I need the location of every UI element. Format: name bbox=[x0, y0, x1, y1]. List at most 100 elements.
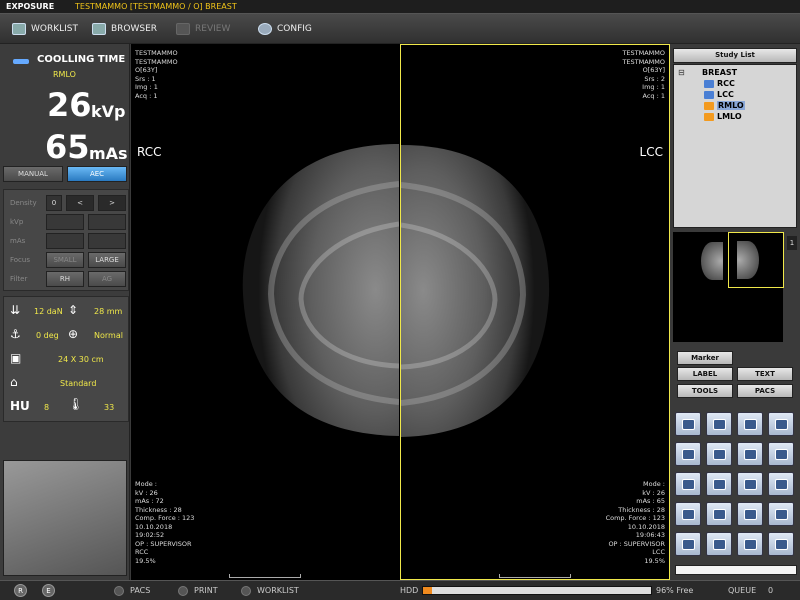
tool-grid bbox=[675, 412, 797, 560]
thumbnail-lcc-image bbox=[737, 241, 759, 279]
series-tag-icon bbox=[704, 101, 714, 110]
thumbnail-rcc[interactable] bbox=[701, 242, 723, 280]
mode-icon: ⌂ bbox=[10, 375, 18, 389]
rotate-icon[interactable] bbox=[768, 412, 794, 436]
pacs-button[interactable]: PACS bbox=[737, 384, 793, 398]
config-menu-label: CONFIG bbox=[277, 24, 312, 34]
filter-label: Filter bbox=[10, 275, 28, 283]
delete-icon[interactable] bbox=[737, 502, 763, 526]
paste-icon[interactable] bbox=[706, 502, 732, 526]
tree-expand-icon[interactable]: ⊟ bbox=[678, 68, 685, 77]
focus-large-button[interactable]: LARGE bbox=[88, 252, 126, 268]
import-icon[interactable] bbox=[768, 532, 794, 556]
mas-increase-button[interactable] bbox=[88, 233, 126, 249]
aec-button[interactable]: AEC bbox=[67, 166, 127, 182]
e-status-button[interactable]: E bbox=[42, 584, 55, 597]
worklist-status-icon bbox=[241, 586, 251, 596]
tree-root-label[interactable]: BREAST bbox=[702, 68, 737, 77]
kvp-increase-button[interactable] bbox=[88, 214, 126, 230]
thumbnail-count[interactable]: 1 bbox=[787, 236, 797, 250]
exposure-readout: COOLLING TIME RMLO 26 kVp 65 mAs bbox=[3, 46, 129, 186]
tree-item-label: RMLO bbox=[717, 101, 745, 110]
magnifier-icon[interactable] bbox=[675, 442, 701, 466]
measure-icon[interactable] bbox=[675, 472, 701, 496]
filter-rh-button[interactable]: RH bbox=[46, 271, 84, 287]
preview-image bbox=[3, 460, 127, 576]
rcc-footer-info: Mode : kV : 26 mAs : 72 Thickness : 28 C… bbox=[135, 480, 195, 565]
move-right-icon[interactable] bbox=[706, 532, 732, 556]
lcc-scale-ruler bbox=[499, 574, 571, 578]
kvp-decrease-button[interactable] bbox=[46, 214, 84, 230]
label-button[interactable]: LABEL bbox=[677, 367, 733, 381]
hdd-free-label: 96% Free bbox=[656, 586, 694, 595]
series-tag-icon bbox=[704, 79, 714, 88]
rcc-header-info: TESTMAMMO TESTMAMMO O[63Y] Srs : 1 Img :… bbox=[135, 49, 178, 100]
print-status-icon bbox=[178, 586, 188, 596]
layout-2-icon[interactable] bbox=[706, 412, 732, 436]
series-tag-icon bbox=[704, 112, 714, 121]
tree-item-rcc[interactable]: RCC bbox=[704, 79, 735, 88]
marker-button[interactable]: Marker bbox=[677, 351, 733, 365]
queue-value: 0 bbox=[768, 586, 774, 595]
pan-icon[interactable] bbox=[737, 442, 763, 466]
current-view-label: RMLO bbox=[53, 70, 76, 79]
image-icon[interactable] bbox=[706, 472, 732, 496]
density-value: 0 bbox=[46, 195, 62, 211]
thickness-value: 28 mm bbox=[94, 307, 123, 316]
copy-icon[interactable] bbox=[675, 502, 701, 526]
thumbnail-lcc-selected[interactable] bbox=[728, 232, 784, 288]
focus-small-button[interactable]: SMALL bbox=[46, 252, 84, 268]
move-left-icon[interactable] bbox=[675, 532, 701, 556]
mas-unit: mAs bbox=[89, 144, 128, 163]
lcc-header-info: TESTMAMMO TESTMAMMO O[63Y] Srs : 2 Img :… bbox=[622, 49, 665, 100]
layout-hanging-icon[interactable] bbox=[737, 412, 763, 436]
kvp-setting-label: kVp bbox=[10, 218, 24, 226]
thumbnail-strip bbox=[673, 232, 784, 342]
edit-icon[interactable] bbox=[768, 502, 794, 526]
zoom-icon: ⊕ bbox=[68, 327, 79, 341]
text-button[interactable]: TEXT bbox=[737, 367, 793, 381]
layout-4-icon[interactable] bbox=[675, 412, 701, 436]
cassette-icon: ▣ bbox=[10, 351, 22, 365]
tree-item-lmlo[interactable]: LMLO bbox=[704, 112, 742, 121]
kvp-unit: kVp bbox=[91, 102, 126, 121]
browser-menu-button[interactable]: BROWSER bbox=[92, 20, 157, 38]
temperature-icon: 🌡 bbox=[68, 397, 84, 411]
print-status-label: PRINT bbox=[194, 586, 218, 595]
menu-bar: WORKLIST BROWSER REVIEW CONFIG bbox=[0, 14, 800, 44]
worklist-menu-button[interactable]: WORKLIST bbox=[12, 20, 78, 38]
refresh-icon[interactable] bbox=[768, 442, 794, 466]
density-increase-button[interactable]: > bbox=[98, 195, 126, 211]
tree-item-lcc[interactable]: LCC bbox=[704, 90, 734, 99]
study-tree: ⊟ BREAST RCC LCC RMLO LMLO bbox=[673, 64, 797, 228]
kvp-value: 26 bbox=[47, 86, 92, 124]
force-icon: ⇊ bbox=[10, 303, 21, 317]
mode-value: Standard bbox=[60, 379, 97, 388]
exposure-panel: COOLLING TIME RMLO 26 kVp 65 mAs MANUAL … bbox=[0, 44, 130, 580]
angle-icon: ⚓ bbox=[10, 327, 21, 341]
zoom-icon[interactable] bbox=[706, 442, 732, 466]
r-status-button[interactable]: R bbox=[14, 584, 27, 597]
print-icon[interactable] bbox=[737, 472, 763, 496]
mas-value: 65 bbox=[45, 128, 90, 166]
lcc-viewport[interactable]: TESTMAMMO TESTMAMMO O[63Y] Srs : 2 Img :… bbox=[400, 44, 670, 580]
zoom-value: Normal bbox=[94, 331, 123, 340]
review-menu-button[interactable]: REVIEW bbox=[176, 20, 230, 38]
config-menu-button[interactable]: CONFIG bbox=[258, 20, 312, 38]
export-icon[interactable] bbox=[737, 532, 763, 556]
mas-decrease-button[interactable] bbox=[46, 233, 84, 249]
density-decrease-button[interactable]: < bbox=[66, 195, 94, 211]
tree-item-rmlo[interactable]: RMLO bbox=[704, 101, 745, 110]
browser-menu-label: BROWSER bbox=[111, 24, 158, 34]
hdd-usage-fill bbox=[423, 587, 433, 594]
rcc-viewport[interactable]: TESTMAMMO TESTMAMMO O[63Y] Srs : 1 Img :… bbox=[131, 44, 399, 580]
study-list-title[interactable]: Study List bbox=[673, 48, 797, 63]
worklist-status-label: WORKLIST bbox=[257, 586, 299, 595]
flip-icon[interactable] bbox=[768, 472, 794, 496]
tools-button[interactable]: TOOLS bbox=[677, 384, 733, 398]
cooling-indicator-icon bbox=[13, 59, 29, 64]
image-viewer[interactable]: TESTMAMMO TESTMAMMO O[63Y] Srs : 1 Img :… bbox=[131, 44, 670, 580]
filter-ag-button[interactable]: AG bbox=[88, 271, 126, 287]
manual-button[interactable]: MANUAL bbox=[3, 166, 63, 182]
thickness-icon: ⇕ bbox=[68, 303, 79, 317]
